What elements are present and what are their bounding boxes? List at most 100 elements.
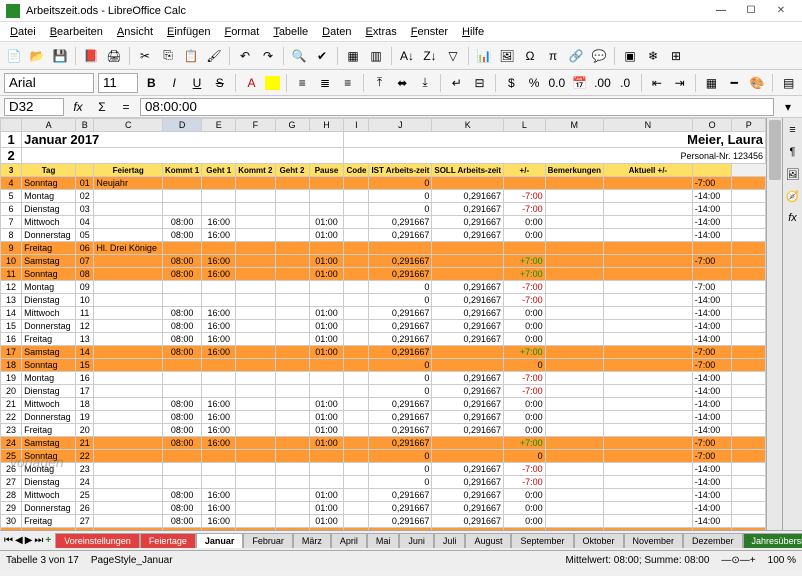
cell[interactable]: 11 [76, 307, 94, 320]
cell[interactable] [202, 359, 236, 372]
find-icon[interactable]: 🔍 [289, 46, 309, 66]
cell[interactable]: -7:00 [504, 463, 546, 476]
row-header[interactable]: 13 [1, 294, 22, 307]
cell[interactable]: -14:00 [692, 463, 732, 476]
cell[interactable] [603, 476, 692, 489]
sheet-tab-oktober[interactable]: Oktober [574, 533, 624, 548]
cell[interactable] [603, 359, 692, 372]
cell[interactable] [202, 463, 236, 476]
cell[interactable] [603, 346, 692, 359]
cell[interactable] [603, 268, 692, 281]
cell[interactable]: 08:00 [162, 255, 201, 268]
cell[interactable]: 0 [369, 463, 432, 476]
cell[interactable] [344, 398, 369, 411]
cell[interactable]: Dienstag [22, 294, 76, 307]
cell[interactable]: 16:00 [202, 502, 236, 515]
cell[interactable] [545, 385, 603, 398]
row-header[interactable]: 14 [1, 307, 22, 320]
cell[interactable] [344, 463, 369, 476]
cell[interactable]: Samstag [22, 528, 76, 531]
cell[interactable]: 16:00 [202, 424, 236, 437]
cell[interactable]: 04 [76, 216, 94, 229]
cell[interactable] [732, 255, 766, 268]
cell[interactable]: 0:00 [504, 515, 546, 528]
cell[interactable] [432, 242, 504, 255]
cell[interactable] [275, 216, 309, 229]
bold-icon[interactable]: B [142, 73, 161, 93]
cell[interactable] [236, 450, 275, 463]
cell[interactable]: 08 [76, 268, 94, 281]
cell[interactable]: 0,291667 [369, 437, 432, 450]
cell[interactable] [732, 424, 766, 437]
zoom-slider[interactable]: —⊙—+ [721, 555, 755, 566]
cell[interactable]: 0,291667 [432, 424, 504, 437]
cell[interactable]: 01:00 [309, 411, 344, 424]
cell[interactable]: Mittwoch [22, 307, 76, 320]
pivot-icon[interactable]: Ω [520, 46, 540, 66]
cell[interactable] [94, 528, 163, 531]
sheet-tab-feiertage[interactable]: Feiertage [140, 533, 196, 548]
cell[interactable] [309, 177, 344, 190]
cell[interactable] [275, 411, 309, 424]
sheet-tab-januar[interactable]: Januar [196, 533, 244, 548]
cell[interactable] [275, 463, 309, 476]
cell[interactable]: 08:00 [162, 307, 201, 320]
cell[interactable]: 0,291667 [369, 320, 432, 333]
cell[interactable]: Hl. Drei Könige [94, 242, 163, 255]
cell[interactable]: Freitag [22, 333, 76, 346]
cell[interactable]: 08:00 [162, 515, 201, 528]
cell[interactable] [162, 177, 201, 190]
cell[interactable] [545, 242, 603, 255]
cell[interactable] [309, 242, 344, 255]
cell[interactable] [309, 372, 344, 385]
cell[interactable]: 09 [76, 281, 94, 294]
cell[interactable]: 15 [76, 359, 94, 372]
cell[interactable] [94, 203, 163, 216]
cell[interactable] [236, 385, 275, 398]
cell[interactable] [344, 489, 369, 502]
cell[interactable]: 16:00 [202, 333, 236, 346]
border-style-icon[interactable]: ━ [725, 73, 744, 93]
cell[interactable]: Montag [22, 463, 76, 476]
cell[interactable]: Donnerstag [22, 229, 76, 242]
save-icon[interactable]: 💾 [50, 46, 70, 66]
row-header[interactable]: 19 [1, 372, 22, 385]
cell[interactable]: 0:00 [504, 411, 546, 424]
cell[interactable] [545, 294, 603, 307]
row-header[interactable]: 11 [1, 268, 22, 281]
wrap-icon[interactable]: ↵ [447, 73, 466, 93]
cell[interactable]: -7:00 [692, 281, 732, 294]
cell[interactable]: Samstag [22, 437, 76, 450]
cell[interactable] [236, 242, 275, 255]
cell[interactable]: -7:00 [504, 385, 546, 398]
cell[interactable] [545, 177, 603, 190]
cell[interactable] [545, 255, 603, 268]
sheet-tab-mai[interactable]: Mai [367, 533, 400, 548]
bg-color-icon[interactable] [265, 76, 280, 90]
cell[interactable]: 16:00 [202, 320, 236, 333]
cell[interactable] [545, 229, 603, 242]
cell[interactable] [344, 359, 369, 372]
underline-icon[interactable]: U [188, 73, 207, 93]
cell[interactable] [432, 437, 504, 450]
cell[interactable] [344, 320, 369, 333]
cell[interactable] [545, 359, 603, 372]
filter-icon[interactable]: ▽ [443, 46, 463, 66]
cell[interactable]: 05 [76, 229, 94, 242]
date-icon[interactable]: 📅 [570, 73, 589, 93]
cell[interactable]: 0,291667 [432, 216, 504, 229]
borders-icon[interactable]: ▦ [702, 73, 721, 93]
cell[interactable] [236, 255, 275, 268]
cell[interactable] [309, 385, 344, 398]
cell[interactable] [603, 437, 692, 450]
cell[interactable] [94, 437, 163, 450]
cell[interactable]: 0,291667 [432, 372, 504, 385]
cell[interactable] [732, 177, 766, 190]
cell[interactable] [94, 346, 163, 359]
cell[interactable]: -7:00 [504, 203, 546, 216]
cell[interactable]: -7:00 [692, 450, 732, 463]
sheet-tab-juni[interactable]: Juni [399, 533, 434, 548]
cell[interactable] [504, 242, 546, 255]
align-right-icon[interactable]: ≡ [338, 73, 357, 93]
cell[interactable]: 24 [76, 476, 94, 489]
